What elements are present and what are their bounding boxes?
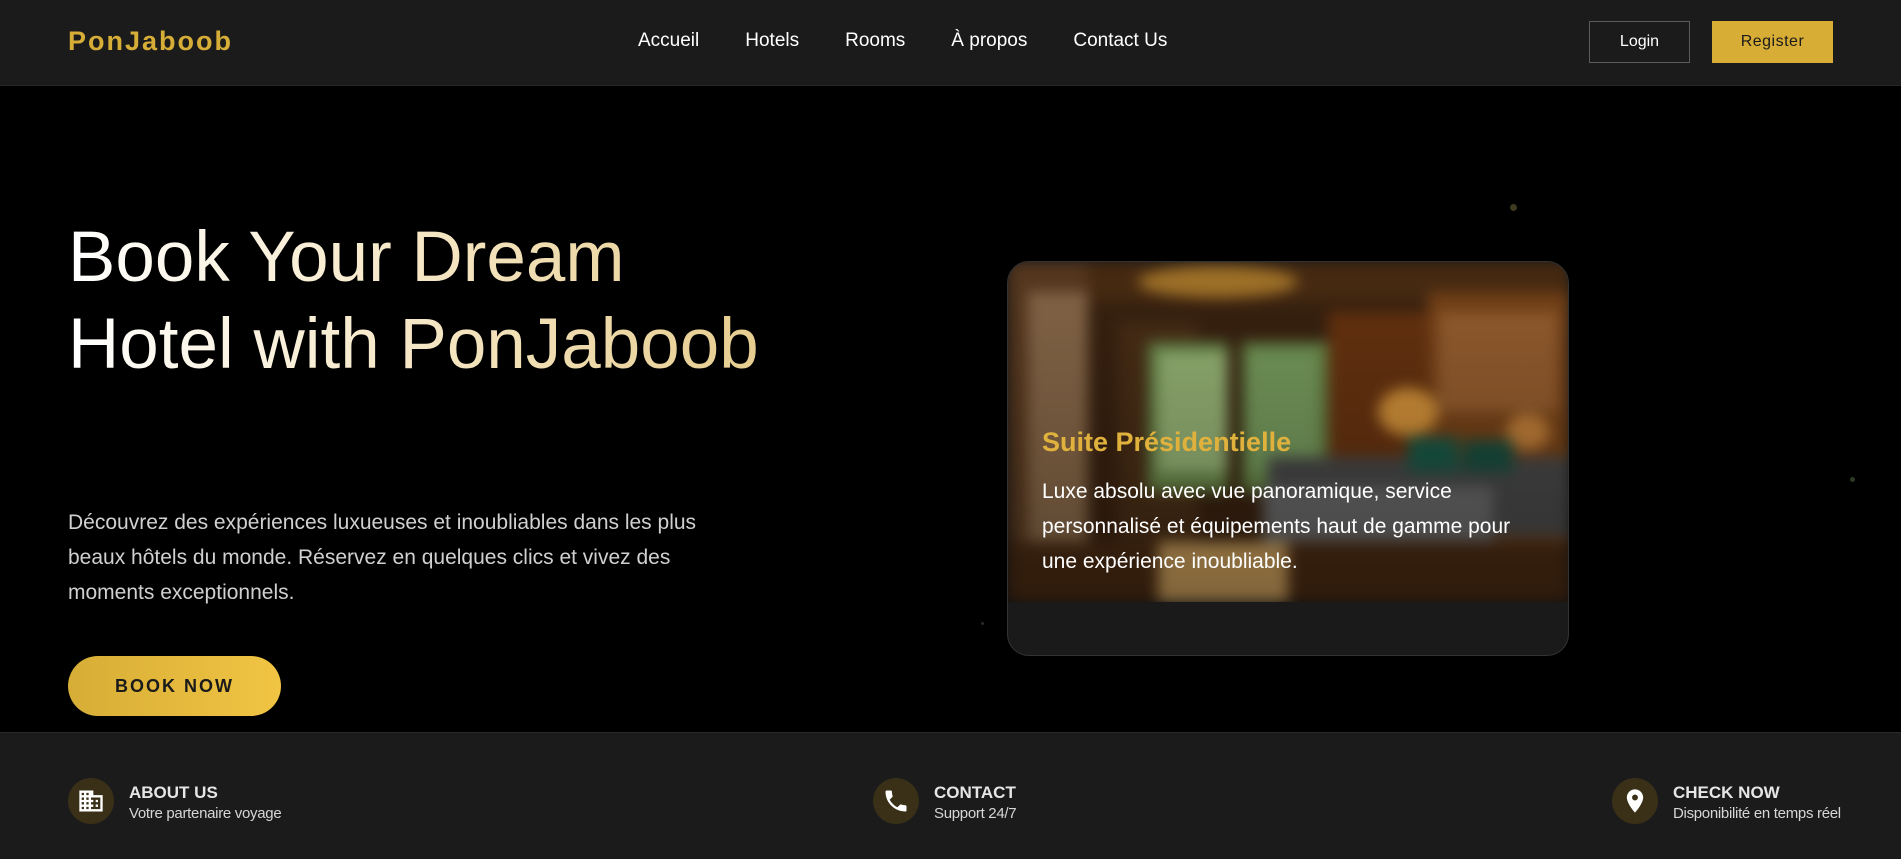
- nav-link-accueil[interactable]: Accueil: [638, 30, 699, 52]
- feature-subtitle: Support 24/7: [934, 805, 1017, 822]
- nav-link-rooms[interactable]: Rooms: [845, 30, 905, 52]
- brand-logo[interactable]: PonJaboob: [68, 26, 233, 57]
- feature-subtitle: Votre partenaire voyage: [129, 805, 282, 822]
- hero-title: Book Your Dream Hotel with PonJaboob: [68, 214, 768, 388]
- feature-title: CHECK NOW: [1673, 783, 1780, 802]
- phone-icon: [873, 778, 919, 824]
- nav-link-contact-us[interactable]: Contact Us: [1073, 30, 1167, 52]
- feature-subtitle: Disponibilité en temps réel: [1673, 805, 1841, 822]
- featured-room-card[interactable]: Suite Présidentielle Luxe absolu avec vu…: [1007, 261, 1569, 656]
- feature-title: CONTACT: [934, 783, 1016, 802]
- main-nav: Accueil Hotels Rooms À propos Contact Us: [638, 30, 1167, 52]
- features-bar: ABOUT US Votre partenaire voyage CONTACT…: [0, 732, 1901, 859]
- card-description: Luxe absolu avec vue panoramique, servic…: [1042, 480, 1511, 573]
- location-pin-icon: [1612, 778, 1658, 824]
- nav-link-hotels[interactable]: Hotels: [745, 30, 799, 52]
- nav-link-a-propos[interactable]: À propos: [951, 30, 1027, 52]
- decorative-dot: [1850, 477, 1855, 482]
- navbar: PonJaboob Accueil Hotels Rooms À propos …: [0, 0, 1901, 86]
- decorative-dot: [981, 622, 984, 625]
- register-button[interactable]: Register: [1712, 21, 1833, 63]
- login-button[interactable]: Login: [1589, 21, 1690, 63]
- card-title: Suite Présidentielle: [1042, 427, 1292, 457]
- decorative-dot: [1510, 204, 1517, 211]
- building-icon: [68, 778, 114, 824]
- feature-title: ABOUT US: [129, 783, 218, 802]
- hero-description: Découvrez des expériences luxueuses et i…: [68, 511, 697, 604]
- book-now-button[interactable]: BOOK NOW: [68, 656, 281, 716]
